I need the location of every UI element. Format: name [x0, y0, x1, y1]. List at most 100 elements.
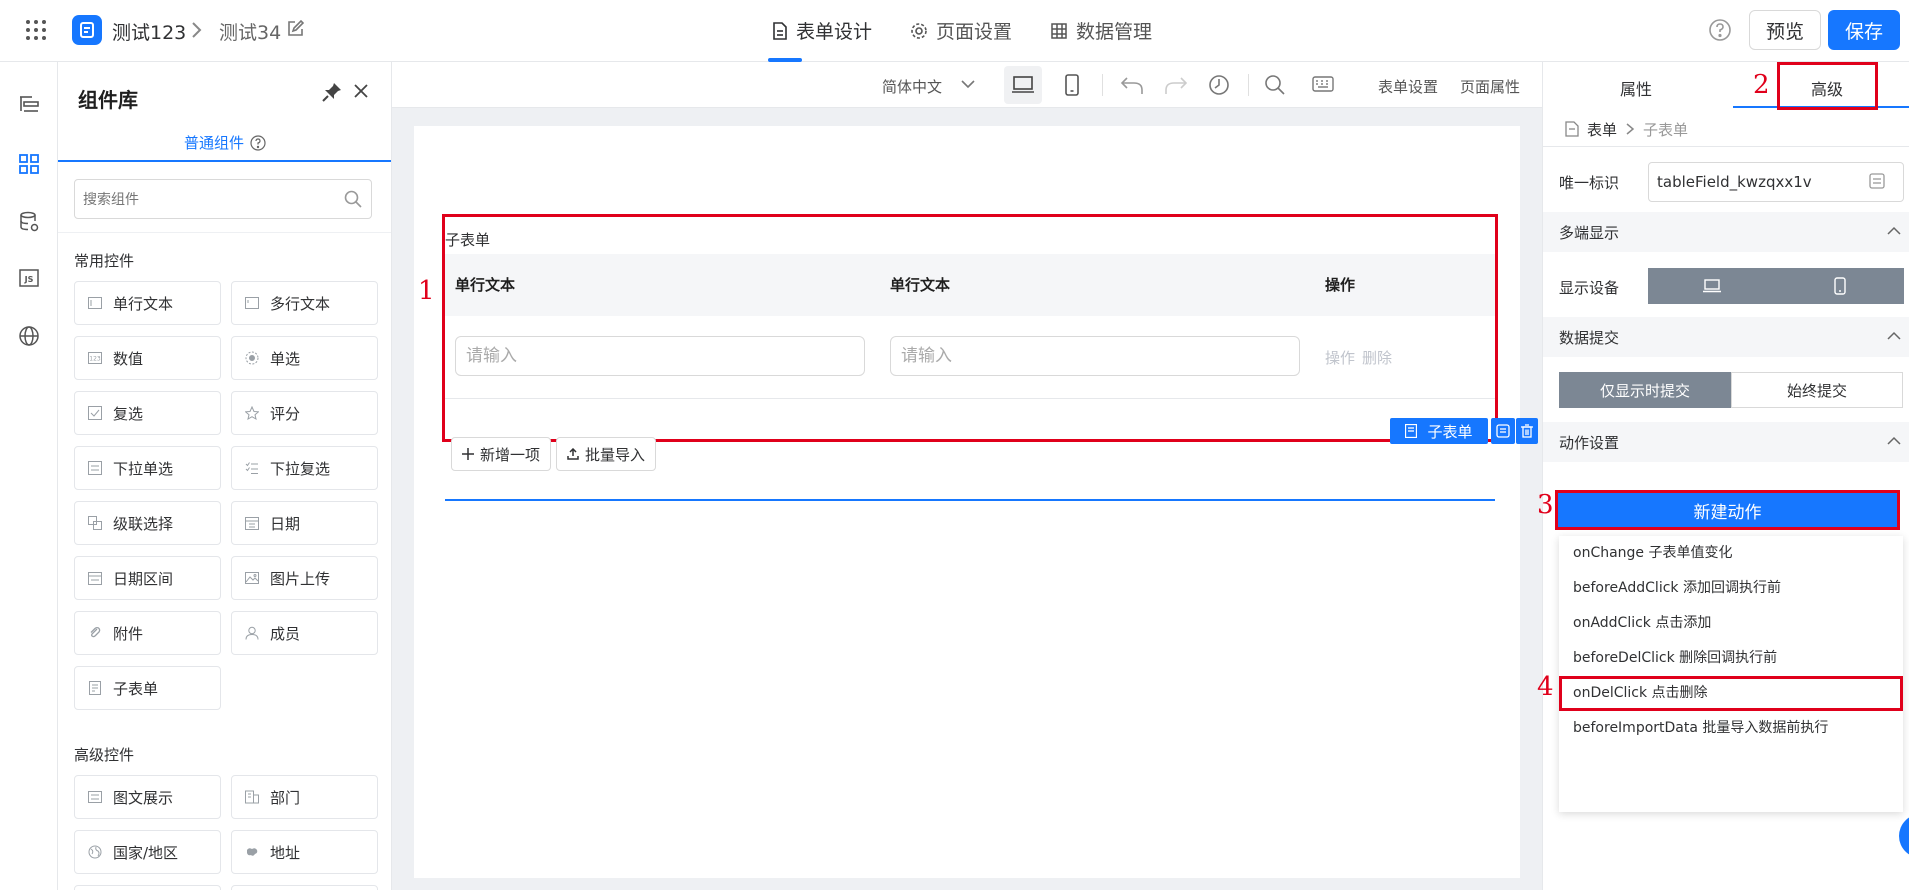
help-icon[interactable]: [1708, 18, 1732, 42]
history-icon[interactable]: [1208, 74, 1230, 96]
action-event-item[interactable]: beforeImportData 批量导入数据前执行: [1559, 711, 1903, 746]
desktop-icon[interactable]: [1012, 76, 1034, 94]
chevron-up-icon[interactable]: [1887, 331, 1901, 341]
row-delete-link[interactable]: 删除: [1362, 347, 1392, 368]
breadcrumb: 表单 子表单: [1565, 114, 1688, 144]
section-label: 多端显示: [1559, 224, 1620, 242]
component-rating[interactable]: 评分: [231, 391, 378, 435]
checklist-icon: [244, 460, 260, 476]
breadcrumb-page[interactable]: 测试34: [219, 18, 281, 45]
edit-icon[interactable]: [286, 20, 304, 38]
row-action-link[interactable]: 操作: [1325, 347, 1355, 368]
component-subform[interactable]: 子表单: [74, 666, 221, 710]
component-radio[interactable]: 单选: [231, 336, 378, 380]
components-icon[interactable]: [15, 150, 43, 178]
component-rich-display[interactable]: 图文展示: [74, 775, 221, 819]
chevron-up-icon[interactable]: [1887, 226, 1901, 236]
subform-cell-input[interactable]: 请输入: [455, 336, 865, 376]
org-icon: [244, 789, 260, 805]
copy-icon[interactable]: [1491, 418, 1515, 444]
component-more-1[interactable]: [74, 885, 221, 890]
pin-icon[interactable]: [322, 82, 342, 102]
chevron-down-icon[interactable]: [960, 78, 976, 90]
component-image-upload[interactable]: 图片上传: [231, 556, 378, 600]
device-mobile-toggle[interactable]: [1776, 268, 1904, 304]
form-canvas[interactable]: 1 子表单 单行文本 单行文本 操作 请输入 请输入 操作 删除 新增一项 批量…: [414, 126, 1538, 878]
breadcrumb-form[interactable]: 表单: [1587, 119, 1617, 140]
component-member[interactable]: 成员: [231, 611, 378, 655]
form-settings-link[interactable]: 表单设置: [1378, 76, 1438, 97]
tab-properties[interactable]: 属性: [1620, 76, 1652, 100]
component-date-range[interactable]: 日期区间: [74, 556, 221, 600]
component-checkbox[interactable]: 复选: [74, 391, 221, 435]
section-data-submit[interactable]: 数据提交: [1543, 317, 1909, 357]
component-date[interactable]: 日期: [231, 501, 378, 545]
component-dropdown-single[interactable]: 下拉单选: [74, 446, 221, 490]
action-event-item[interactable]: beforeAddClick 添加回调执行前: [1559, 571, 1903, 606]
mobile-icon: [1834, 277, 1846, 295]
undo-icon[interactable]: [1120, 74, 1144, 96]
preview-button[interactable]: 预览: [1749, 10, 1821, 50]
close-icon[interactable]: [352, 82, 370, 100]
user-icon: [244, 625, 260, 641]
delete-icon[interactable]: [1516, 418, 1538, 444]
component-dropdown-multi[interactable]: 下拉复选: [231, 446, 378, 490]
redo-icon[interactable]: [1164, 74, 1188, 96]
save-button[interactable]: 保存: [1828, 10, 1900, 50]
action-event-item[interactable]: onChange 子表单值变化: [1559, 536, 1903, 571]
help-icon[interactable]: [250, 134, 266, 151]
datasource-icon[interactable]: [15, 208, 43, 236]
component-cascader[interactable]: 级联选择: [74, 501, 221, 545]
component-attachment[interactable]: 附件: [74, 611, 221, 655]
breadcrumb-app[interactable]: 测试123: [112, 18, 186, 45]
batch-import-button[interactable]: 批量导入: [556, 437, 657, 471]
language-select[interactable]: 简体中文: [882, 76, 942, 97]
unique-id-label: 唯一标识: [1559, 174, 1620, 192]
outline-icon[interactable]: [15, 90, 43, 118]
tab-data-management[interactable]: 数据管理: [1050, 17, 1152, 44]
toolbar-divider: [1102, 74, 1103, 96]
search-icon[interactable]: [344, 190, 362, 208]
new-action-button[interactable]: 新建动作: [1555, 490, 1900, 530]
component-more-2[interactable]: [231, 885, 378, 890]
section-label: 动作设置: [1559, 434, 1620, 452]
properties-panel: 属性 高级 2 表单 子表单 唯一标识 tableField_kwzqxx1v …: [1537, 62, 1909, 890]
component-department[interactable]: 部门: [231, 775, 378, 819]
globe-icon[interactable]: [15, 322, 43, 350]
apps-grid-icon[interactable]: [24, 18, 48, 42]
tab-page-settings[interactable]: 页面设置: [910, 17, 1012, 44]
cascader-icon: [87, 515, 103, 531]
section-action-settings[interactable]: 动作设置: [1543, 422, 1909, 462]
subform-cell-input[interactable]: 请输入: [890, 336, 1300, 376]
submit-always-option[interactable]: 始终提交: [1731, 372, 1903, 408]
app-logo-icon: [72, 15, 102, 45]
paperclip-icon: [87, 625, 103, 641]
component-multi-line-text[interactable]: 多行文本: [231, 281, 378, 325]
section-multi-device[interactable]: 多端显示: [1543, 212, 1909, 252]
section-label: 数据提交: [1559, 329, 1620, 347]
js-icon[interactable]: JS: [15, 264, 43, 292]
component-country-region[interactable]: 国家/地区: [74, 830, 221, 874]
action-event-item-highlighted[interactable]: onDelClick 点击删除: [1559, 676, 1903, 711]
action-event-item[interactable]: onAddClick 点击添加: [1559, 606, 1903, 641]
floating-assistant-button[interactable]: [1899, 814, 1909, 858]
copy-icon[interactable]: [1868, 172, 1886, 190]
action-event-item[interactable]: beforeDelClick 删除回调执行前: [1559, 641, 1903, 676]
unique-id-field[interactable]: tableField_kwzqxx1v: [1648, 162, 1904, 202]
subform-component[interactable]: 子表单 单行文本 单行文本 操作 请输入 请输入 操作 删除 新增一项 批量导入: [442, 214, 1498, 501]
tab-form-design[interactable]: 表单设计: [772, 17, 872, 44]
tab-common-components[interactable]: 普通组件: [184, 132, 266, 153]
component-single-line-text[interactable]: 单行文本: [74, 281, 221, 325]
selected-component-tag[interactable]: 子表单: [1390, 418, 1488, 444]
search-input[interactable]: [74, 179, 372, 219]
search-icon[interactable]: [1264, 74, 1286, 96]
device-desktop-toggle[interactable]: [1648, 268, 1776, 304]
component-number[interactable]: 123 数值: [74, 336, 221, 380]
component-address[interactable]: 地址: [231, 830, 378, 874]
add-row-button[interactable]: 新增一项: [451, 437, 552, 471]
page-properties-link[interactable]: 页面属性: [1460, 76, 1520, 97]
submit-when-visible-option[interactable]: 仅显示时提交: [1559, 372, 1731, 408]
keyboard-icon[interactable]: [1312, 76, 1334, 92]
mobile-icon[interactable]: [1064, 74, 1080, 96]
chevron-up-icon[interactable]: [1887, 436, 1901, 446]
